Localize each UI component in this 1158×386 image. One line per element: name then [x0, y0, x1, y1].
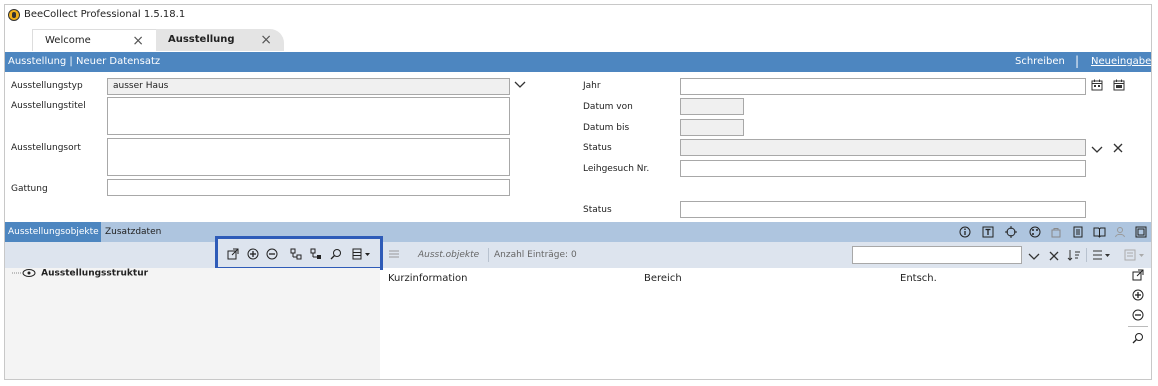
- gattung-field[interactable]: [107, 179, 510, 196]
- leihgesuch-field[interactable]: [680, 160, 1086, 177]
- close-icon[interactable]: ×: [260, 29, 272, 51]
- search-icon[interactable]: [1132, 332, 1144, 347]
- divider: [1128, 326, 1148, 327]
- neueingabe-link[interactable]: Neueingabe: [1091, 56, 1151, 67]
- tree-root-label: Ausstellungsstruktur: [41, 268, 149, 279]
- divider: [488, 248, 489, 262]
- divider: [1086, 248, 1087, 262]
- info-icon[interactable]: [959, 226, 971, 241]
- ausstellungstitel-field[interactable]: [107, 97, 510, 135]
- calendar-icon[interactable]: [1091, 79, 1103, 94]
- tab-ausstellung[interactable]: Ausstellung ×: [156, 29, 284, 51]
- layout-menu-icon[interactable]: [352, 248, 372, 263]
- target-icon[interactable]: [1005, 226, 1017, 241]
- clear-icon[interactable]: [1048, 250, 1060, 265]
- column-header-entsch[interactable]: Entsch.: [900, 273, 937, 284]
- status-label: Status: [583, 143, 612, 153]
- palette-icon[interactable]: [1029, 226, 1041, 241]
- ausstellungstyp-select[interactable]: ausser Haus: [107, 78, 510, 95]
- menu-icon[interactable]: [388, 249, 400, 262]
- ausstellungsort-label: Ausstellungsort: [11, 143, 81, 153]
- add-icon[interactable]: [1132, 289, 1144, 304]
- status-select[interactable]: [680, 139, 1086, 156]
- open-external-icon[interactable]: [227, 248, 239, 263]
- panel-icon[interactable]: [1135, 226, 1147, 241]
- record-header: Ausstellung | Neuer Datensatz Schreiben …: [5, 52, 1151, 72]
- chevron-down-icon[interactable]: [1027, 249, 1041, 266]
- count-label: Anzahl Einträge: 0: [494, 250, 577, 260]
- tree-collapse-icon[interactable]: [310, 248, 322, 263]
- remove-icon[interactable]: [266, 248, 278, 263]
- tab-welcome-label: Welcome: [45, 35, 91, 46]
- search-icon[interactable]: [330, 248, 342, 263]
- structure-pane: [5, 268, 380, 379]
- sort-icon[interactable]: [1067, 249, 1081, 265]
- ausstellungstitel-label: Ausstellungstitel: [11, 101, 86, 111]
- tree-root[interactable]: Ausstellungsstruktur: [12, 268, 148, 279]
- header-separator: |: [1075, 54, 1080, 68]
- jahr-label: Jahr: [583, 81, 601, 91]
- app-logo-icon: [8, 9, 20, 21]
- bag-icon[interactable]: [1050, 226, 1062, 241]
- ausstellungstyp-label: Ausstellungstyp: [11, 81, 83, 91]
- chevron-down-icon[interactable]: [513, 77, 527, 94]
- chevron-down-icon[interactable]: [1090, 142, 1104, 159]
- datum-von-label: Datum von: [583, 102, 633, 112]
- record-title: Ausstellung | Neuer Datensatz: [8, 56, 161, 67]
- book-icon[interactable]: [1093, 226, 1106, 241]
- close-icon[interactable]: ×: [132, 30, 144, 52]
- text-icon[interactable]: [982, 226, 994, 241]
- status2-field[interactable]: [680, 201, 1086, 218]
- tree-expand-icon[interactable]: [290, 248, 302, 263]
- eye-icon: [12, 269, 36, 277]
- datum-von-field[interactable]: [680, 98, 744, 115]
- add-icon[interactable]: [247, 248, 259, 263]
- datum-bis-field[interactable]: [680, 119, 744, 136]
- datum-bis-label: Datum bis: [583, 123, 630, 133]
- document-icon[interactable]: [1072, 226, 1084, 241]
- ausstellungsort-field[interactable]: [107, 138, 510, 176]
- tab-welcome[interactable]: Welcome ×: [32, 29, 156, 51]
- column-header-bereich[interactable]: Bereich: [644, 273, 682, 284]
- person-icon[interactable]: [1114, 226, 1126, 241]
- columns-menu-icon[interactable]: [1092, 249, 1112, 264]
- open-external-icon[interactable]: [1132, 269, 1144, 284]
- gattung-label: Gattung: [11, 184, 48, 194]
- subtab-bar: [5, 222, 1151, 242]
- tab-ausstellungsobjekte[interactable]: Ausstellungsobjekte: [5, 222, 101, 242]
- jahr-field[interactable]: [680, 78, 1086, 95]
- remove-icon[interactable]: [1132, 309, 1144, 324]
- view-label: Ausst.objekte: [418, 250, 480, 260]
- clear-icon[interactable]: [1112, 142, 1124, 157]
- filter-input[interactable]: [852, 246, 1022, 264]
- export-menu-icon[interactable]: [1124, 249, 1148, 264]
- leihgesuch-label: Leihgesuch Nr.: [583, 164, 650, 174]
- tab-zusatzdaten[interactable]: Zusatzdaten: [105, 222, 161, 242]
- schreiben-button[interactable]: Schreiben: [1015, 56, 1065, 67]
- tab-ausstellung-label: Ausstellung: [168, 34, 235, 45]
- window-title: BeeCollect Professional 1.5.18.1: [24, 9, 186, 20]
- status2-label: Status: [583, 205, 612, 215]
- column-header-kurzinformation[interactable]: Kurzinformation: [388, 273, 467, 284]
- ausstellungstyp-value: ausser Haus: [113, 81, 169, 91]
- calendar-range-icon[interactable]: [1113, 79, 1125, 94]
